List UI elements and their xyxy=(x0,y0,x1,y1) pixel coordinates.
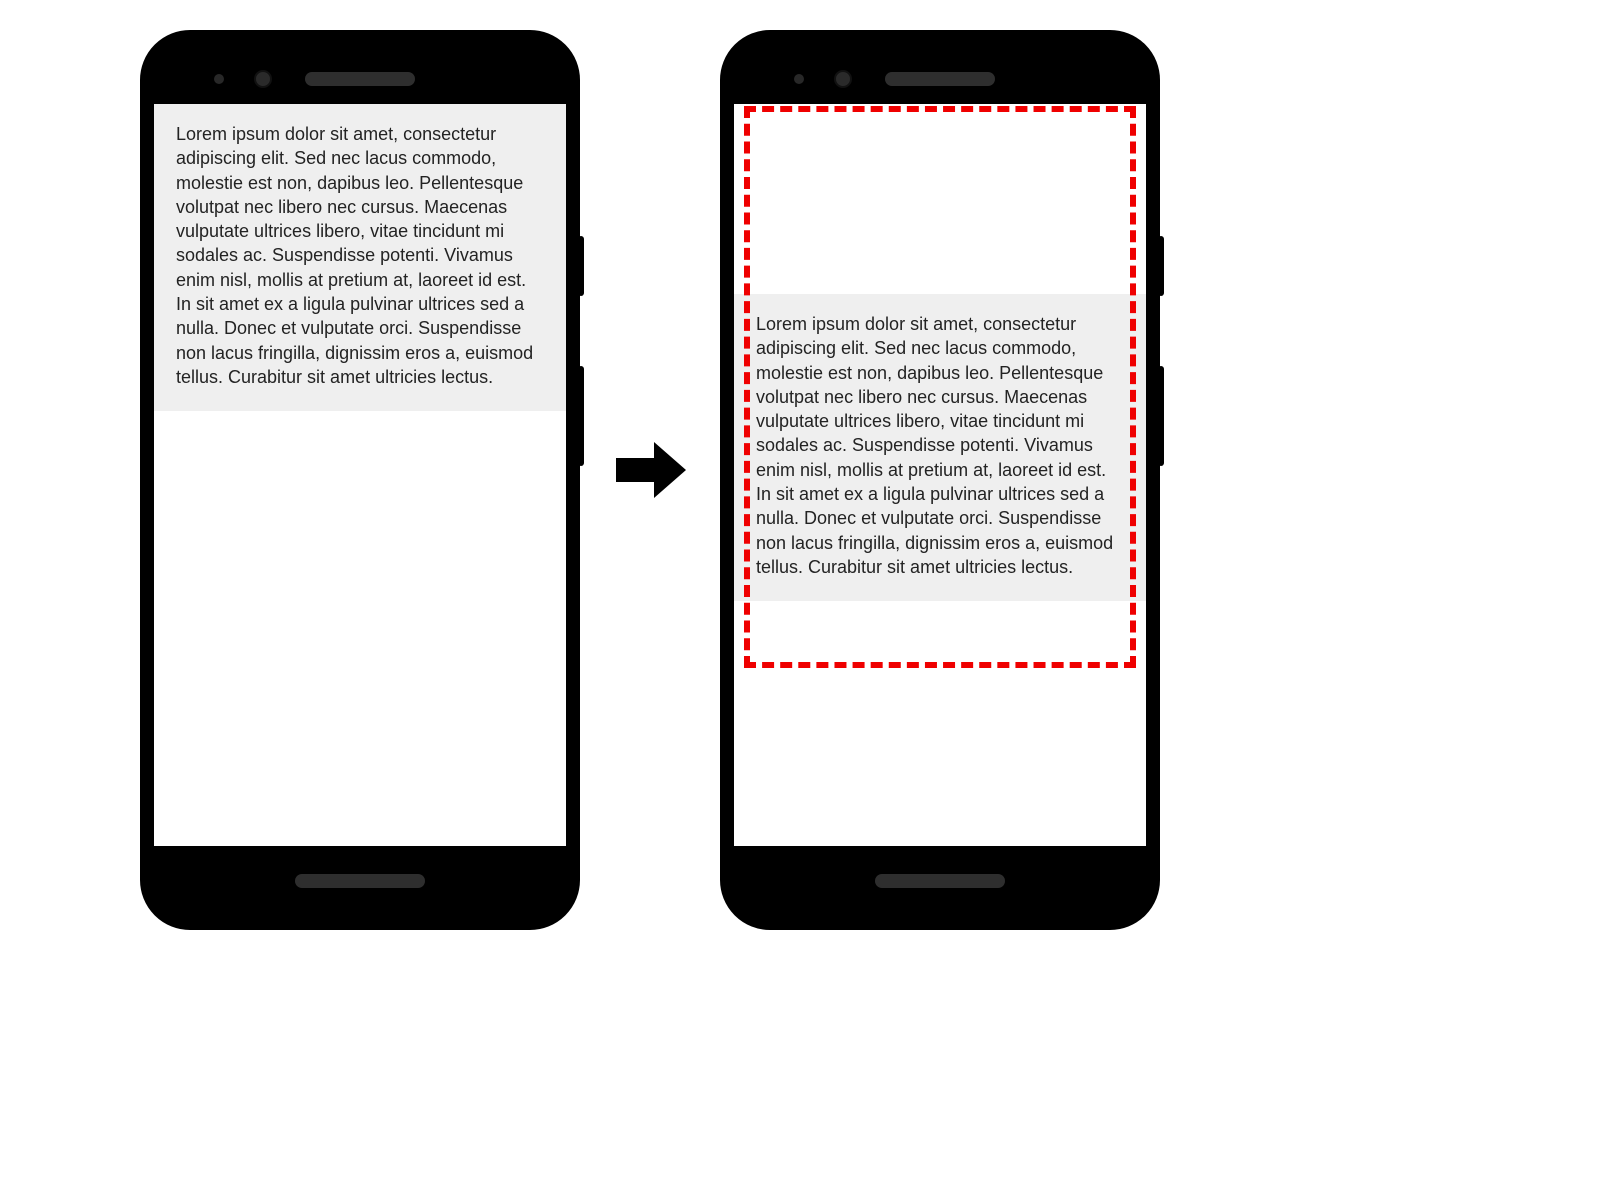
phone-screen-right: Lorem ipsum dolor sit amet, consectetur … xyxy=(734,104,1146,846)
front-camera-icon xyxy=(254,70,272,88)
side-button xyxy=(578,366,584,466)
phone-bottom-bezel xyxy=(154,846,566,916)
side-button xyxy=(578,236,584,296)
diagram-canvas: Lorem ipsum dolor sit amet, consectetur … xyxy=(0,0,1600,1200)
phone-top-bezel xyxy=(734,44,1146,104)
phone-top-bezel xyxy=(154,44,566,104)
phone-screen-left: Lorem ipsum dolor sit amet, consectetur … xyxy=(154,104,566,846)
phone-mockup-left: Lorem ipsum dolor sit amet, consectetur … xyxy=(140,30,580,930)
phone-mockup-right: Lorem ipsum dolor sit amet, consectetur … xyxy=(720,30,1160,930)
bottom-speaker-icon xyxy=(875,874,1005,888)
earpiece-speaker-icon xyxy=(305,72,415,86)
content-text-block: Lorem ipsum dolor sit amet, consectetur … xyxy=(734,294,1146,601)
bottom-speaker-icon xyxy=(295,874,425,888)
earpiece-speaker-icon xyxy=(885,72,995,86)
phone-bottom-bezel xyxy=(734,846,1146,916)
proximity-sensor-icon xyxy=(214,74,224,84)
front-camera-icon xyxy=(834,70,852,88)
proximity-sensor-icon xyxy=(794,74,804,84)
side-button xyxy=(1158,366,1164,466)
lorem-text: Lorem ipsum dolor sit amet, consectetur … xyxy=(756,314,1113,577)
side-button xyxy=(1158,236,1164,296)
phone-body: Lorem ipsum dolor sit amet, consectetur … xyxy=(734,44,1146,916)
content-text-block: Lorem ipsum dolor sit amet, consectetur … xyxy=(154,104,566,411)
lorem-text: Lorem ipsum dolor sit amet, consectetur … xyxy=(176,124,533,387)
arrow-right-icon xyxy=(616,440,686,500)
phone-body: Lorem ipsum dolor sit amet, consectetur … xyxy=(154,44,566,916)
